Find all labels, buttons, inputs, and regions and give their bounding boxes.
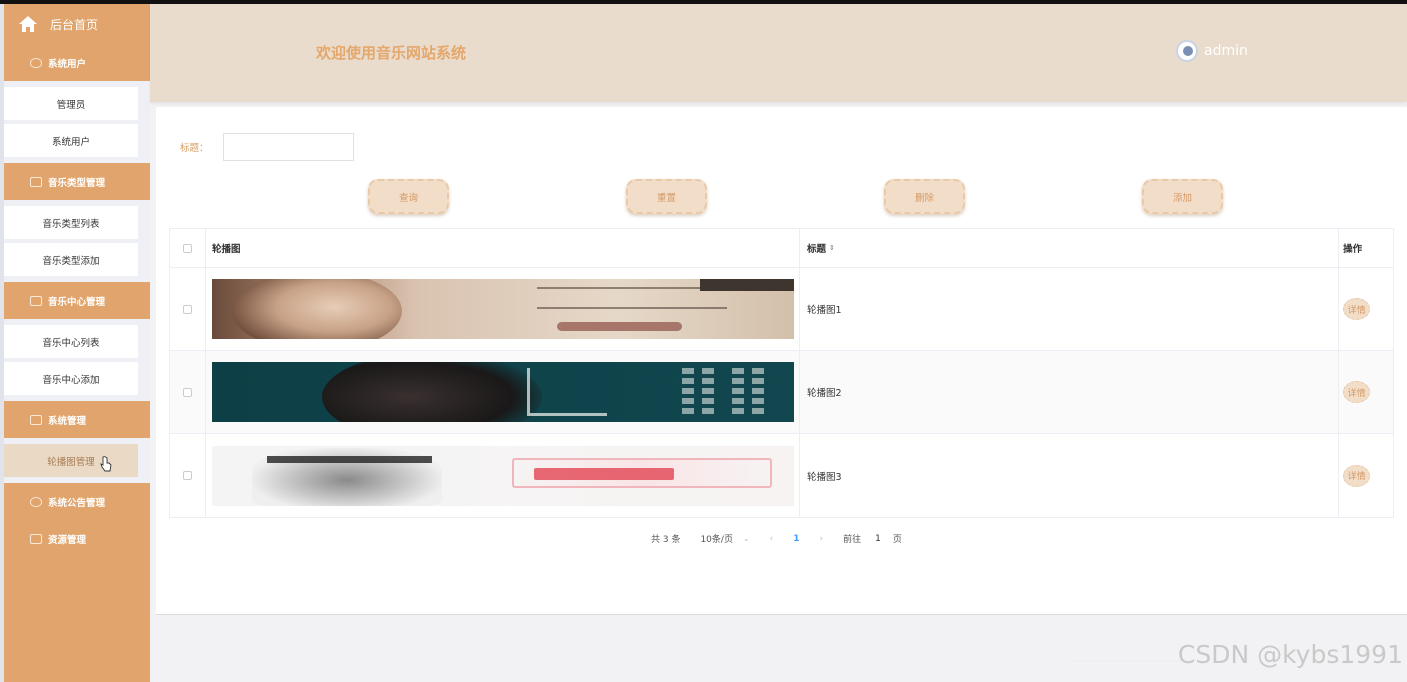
page-size-value: 10条/页 xyxy=(700,535,733,545)
carousel-image xyxy=(211,362,794,422)
sidebar-item-music-center-add[interactable]: 音乐中心添加 xyxy=(4,362,138,395)
username: admin xyxy=(1204,43,1248,59)
add-button[interactable]: 添加 xyxy=(1142,179,1223,214)
sidebar-item-music-type-add[interactable]: 音乐类型添加 xyxy=(4,243,138,276)
sidebar: 后台首页 系统用户 管理员 系统用户 音乐类型管理 音乐类型列表 音乐类型添加 … xyxy=(4,4,150,682)
sidebar-item-music-type-list[interactable]: 音乐类型列表 xyxy=(4,206,138,239)
sidebar-submenu: 管理员 系统用户 xyxy=(4,81,150,163)
sidebar-group-label: 系统管理 xyxy=(48,415,87,427)
table-header: 轮播图 标题 ⇕ 操作 xyxy=(170,229,1393,268)
shield-icon xyxy=(30,496,42,507)
row-title: 轮播图3 xyxy=(800,434,1340,517)
table-row: 轮播图3 详情 xyxy=(170,434,1393,517)
row-checkbox[interactable] xyxy=(182,387,192,397)
sidebar-submenu: 轮播图管理 xyxy=(4,438,150,483)
row-checkbox[interactable] xyxy=(182,304,192,314)
detail-button[interactable]: 详情 xyxy=(1343,464,1371,487)
sidebar-group-label: 音乐类型管理 xyxy=(48,177,106,189)
query-button[interactable]: 查询 xyxy=(368,179,449,214)
prev-page-icon[interactable]: ‹ xyxy=(770,534,774,544)
sidebar-group-announcements[interactable]: 系统公告管理 xyxy=(4,483,150,520)
column-header-actions: 操作 xyxy=(1343,244,1363,255)
sidebar-group-music-types[interactable]: 音乐类型管理 xyxy=(4,163,150,200)
sidebar-submenu: 音乐中心列表 音乐中心添加 xyxy=(4,319,150,401)
goto-suffix: 页 xyxy=(892,535,902,545)
goto-input[interactable]: 1 xyxy=(875,534,881,544)
detail-button[interactable]: 详情 xyxy=(1343,381,1371,403)
sidebar-group-label: 系统用户 xyxy=(48,58,87,70)
main-content: 标题： 查询 重置 删除 添加 轮播图 标题 ⇕ 操作 轮播图1 详情 轮播图2… xyxy=(156,107,1407,615)
table-row: 轮播图1 详情 xyxy=(170,268,1393,351)
watermark: CSDN @kybs1991 xyxy=(1177,640,1403,669)
table-row: 轮播图2 详情 xyxy=(170,351,1393,434)
sidebar-home-label: 后台首页 xyxy=(50,17,99,32)
sidebar-group-label: 资源管理 xyxy=(48,534,87,546)
image-icon xyxy=(30,533,42,544)
edit-icon xyxy=(30,176,42,187)
goto-label: 前往 xyxy=(843,535,862,545)
image-icon xyxy=(30,295,42,306)
column-header-title[interactable]: 标题 ⇕ xyxy=(800,229,1340,267)
sidebar-group-label: 音乐中心管理 xyxy=(48,296,106,308)
avatar xyxy=(1176,40,1198,62)
sidebar-home[interactable]: 后台首页 xyxy=(4,4,150,44)
chevron-down-icon: ⌄ xyxy=(742,534,750,543)
carousel-table: 轮播图 标题 ⇕ 操作 轮播图1 详情 轮播图2 详情 轮播图3 详情 xyxy=(169,228,1394,518)
header: 欢迎使用音乐网站系统 admin xyxy=(150,4,1407,102)
background-artifact xyxy=(1066,660,1186,682)
home-icon xyxy=(18,15,38,33)
sidebar-item-system-users[interactable]: 系统用户 xyxy=(4,124,138,157)
pagination-total: 共 3 条 xyxy=(651,535,681,545)
title-filter-input[interactable] xyxy=(222,133,354,161)
detail-button[interactable]: 详情 xyxy=(1343,298,1371,320)
next-page-icon[interactable]: › xyxy=(820,534,824,544)
pagination: 共 3 条 10条/页 ⌄ ‹ 1 › 前往 1 页 xyxy=(651,532,922,546)
sidebar-group-system-management[interactable]: 系统管理 xyxy=(4,401,150,438)
sidebar-group-music-center[interactable]: 音乐中心管理 xyxy=(4,282,150,319)
hand-cursor-icon xyxy=(100,456,112,472)
reset-button[interactable]: 重置 xyxy=(626,179,707,214)
sidebar-item-music-center-list[interactable]: 音乐中心列表 xyxy=(4,325,138,358)
delete-button[interactable]: 删除 xyxy=(884,179,965,214)
title-filter-label: 标题： xyxy=(180,143,209,154)
sidebar-submenu: 音乐类型列表 音乐类型添加 xyxy=(4,200,150,282)
page-number[interactable]: 1 xyxy=(793,534,799,544)
sidebar-item-carousel[interactable]: 轮播图管理 xyxy=(4,444,138,477)
row-title: 轮播图2 xyxy=(800,351,1340,433)
row-checkbox[interactable] xyxy=(182,471,192,480)
shield-icon xyxy=(30,57,42,68)
user-menu[interactable]: admin xyxy=(1176,40,1248,62)
goto-page: 前往 1 页 xyxy=(843,532,902,546)
sidebar-item-admins[interactable]: 管理员 xyxy=(4,87,138,120)
sidebar-group-label: 系统公告管理 xyxy=(48,497,106,509)
column-header-image: 轮播图 xyxy=(206,229,800,267)
sidebar-group-resources[interactable]: 资源管理 xyxy=(4,520,150,557)
select-all-checkbox[interactable] xyxy=(182,243,192,253)
sidebar-group-system-users[interactable]: 系统用户 xyxy=(4,44,150,81)
carousel-image xyxy=(211,279,794,339)
page-title: 欢迎使用音乐网站系统 xyxy=(316,44,467,62)
edit-icon xyxy=(30,414,42,425)
row-title: 轮播图1 xyxy=(800,268,1340,350)
carousel-image xyxy=(211,445,794,506)
column-header-title-label: 标题 xyxy=(806,244,826,255)
page-size-select[interactable]: 10条/页 ⌄ xyxy=(700,532,749,545)
search-form: 标题： xyxy=(180,133,354,161)
sort-icon[interactable]: ⇕ xyxy=(829,244,835,252)
